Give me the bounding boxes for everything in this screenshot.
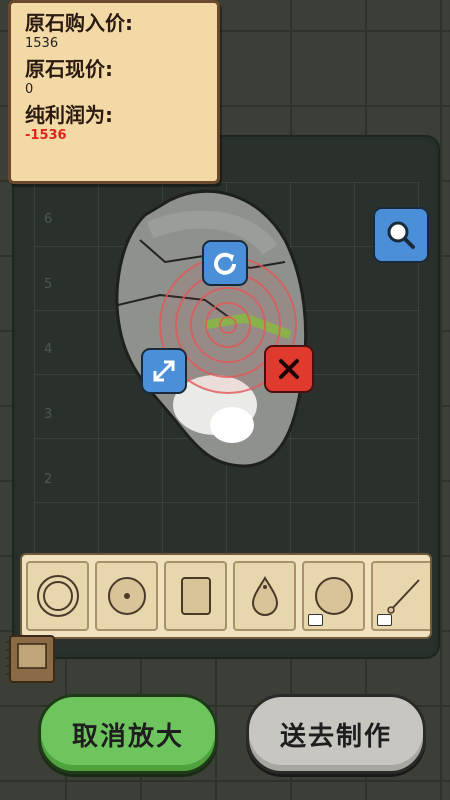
axis-label: 4 bbox=[44, 342, 53, 357]
net-profit-value: -1536 bbox=[25, 128, 67, 143]
zoom-button[interactable] bbox=[373, 207, 429, 263]
net-profit-label: 纯利润为: bbox=[25, 103, 113, 127]
diagonal-arrows-icon bbox=[153, 360, 175, 382]
send-to-craft-button[interactable]: 送去制作 bbox=[246, 694, 426, 774]
shape-tray bbox=[20, 553, 432, 639]
close-icon bbox=[279, 359, 299, 379]
axis-label: 3 bbox=[44, 407, 53, 422]
shape-bangle[interactable] bbox=[26, 561, 89, 631]
video-ad-icon bbox=[308, 614, 323, 626]
price-info-card: 原石购入价: 1536 原石现价: 0 纯利润为: -1536 bbox=[8, 0, 220, 184]
shape-disc[interactable] bbox=[95, 561, 158, 631]
axis-label: 5 bbox=[44, 277, 53, 292]
notebook-button[interactable] bbox=[4, 630, 62, 688]
resize-button[interactable] bbox=[141, 348, 187, 394]
rotate-button[interactable] bbox=[202, 240, 248, 286]
shape-pendant[interactable] bbox=[233, 561, 296, 631]
delete-button[interactable] bbox=[264, 345, 314, 393]
teardrop-icon bbox=[251, 576, 278, 616]
carving-tool-icon bbox=[386, 579, 420, 614]
shape-bead[interactable] bbox=[302, 561, 365, 631]
axis-label: 6 bbox=[44, 212, 53, 227]
notebook-icon bbox=[6, 635, 55, 683]
rotate-icon bbox=[214, 252, 236, 275]
cancel-zoom-button[interactable]: 取消放大 bbox=[38, 694, 218, 774]
video-ad-icon bbox=[377, 614, 392, 626]
bangle-icon bbox=[36, 575, 79, 617]
axis-label: 2 bbox=[44, 472, 53, 487]
disc-icon bbox=[107, 577, 146, 615]
bead-icon bbox=[314, 577, 353, 615]
magnifier-icon bbox=[387, 221, 415, 249]
current-price-value: 0 bbox=[25, 82, 34, 97]
current-price-label: 原石现价: bbox=[25, 57, 113, 81]
purchase-price-label: 原石购入价: bbox=[25, 11, 133, 35]
measurement-grid bbox=[34, 182, 419, 562]
tablet-icon bbox=[180, 577, 211, 615]
shape-tool[interactable] bbox=[371, 561, 430, 631]
shape-tablet[interactable] bbox=[164, 561, 227, 631]
purchase-price-value: 1536 bbox=[25, 36, 59, 51]
